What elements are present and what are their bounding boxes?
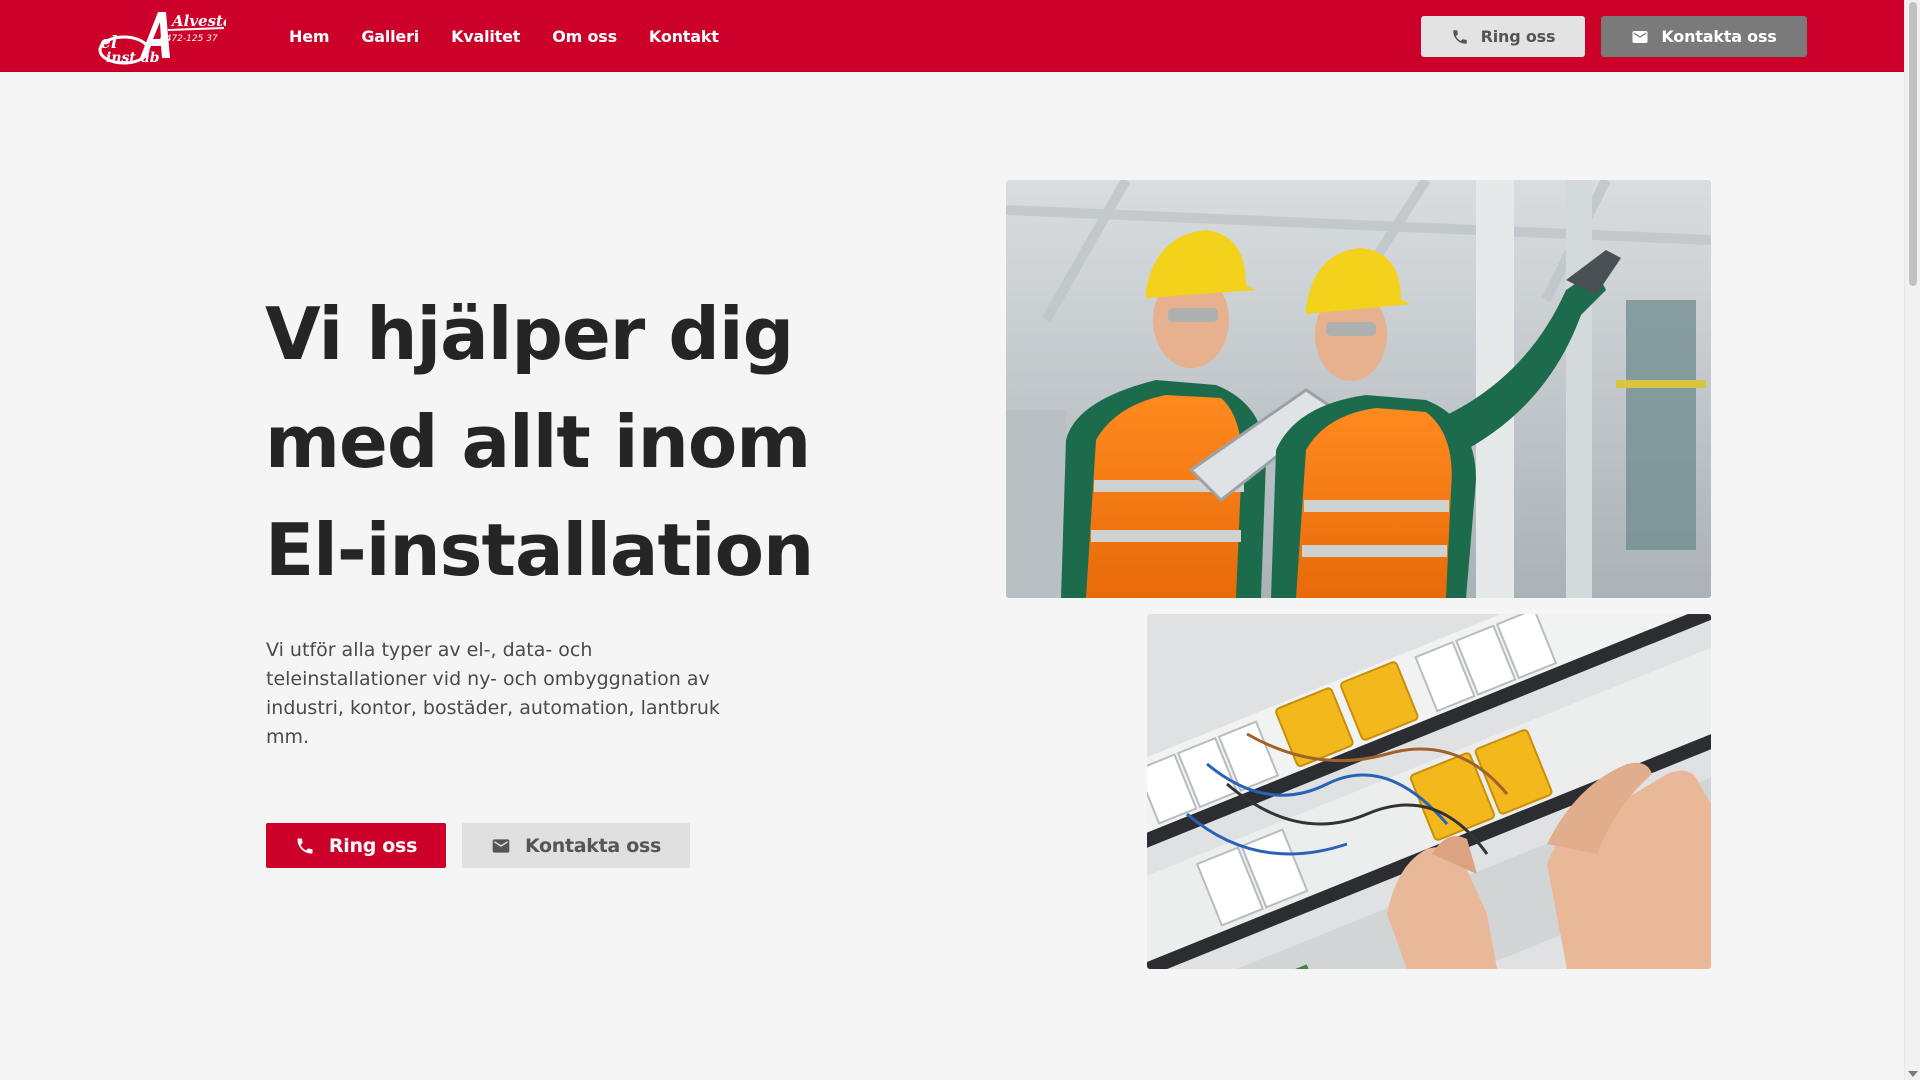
hero-title-line: Vi hjälper dig bbox=[265, 292, 794, 376]
envelope-icon bbox=[1631, 28, 1649, 46]
header-call-button[interactable]: Ring oss bbox=[1421, 16, 1585, 57]
envelope-icon bbox=[491, 836, 511, 856]
scroll-down-arrow-icon[interactable] bbox=[1908, 1071, 1918, 1077]
hero-contact-button[interactable]: Kontakta oss bbox=[462, 823, 690, 868]
nav-item-kvalitet[interactable]: Kvalitet bbox=[451, 27, 520, 46]
header-contact-label: Kontakta oss bbox=[1661, 27, 1777, 46]
header-call-label: Ring oss bbox=[1480, 27, 1556, 46]
page-scrollbar[interactable] bbox=[1904, 0, 1920, 1080]
scrollbar-thumb[interactable] bbox=[1909, 2, 1917, 286]
hero-contact-label: Kontakta oss bbox=[524, 834, 662, 857]
logo-line2: inst.ab bbox=[106, 50, 160, 66]
hero-title: Vi hjälper dig med allt inom El-installa… bbox=[265, 280, 885, 604]
hero-description: Vi utför alla typer av el-, data- och te… bbox=[266, 639, 720, 748]
nav-item-hem[interactable]: Hem bbox=[289, 27, 330, 46]
header-contact-button[interactable]: Kontakta oss bbox=[1601, 16, 1807, 57]
nav-item-kontakt[interactable]: Kontakt bbox=[649, 27, 719, 46]
engineers-photo bbox=[1006, 180, 1711, 598]
logo-graphic: Alvesta 0472-125 37 el inst.ab bbox=[98, 12, 233, 66]
phone-icon bbox=[295, 836, 315, 856]
hero-title-line: El-installation bbox=[265, 508, 814, 592]
logo-phone: 0472-125 37 bbox=[160, 34, 218, 44]
hero-title-line: med allt inom bbox=[265, 400, 811, 484]
main-nav: Hem Galleri Kvalitet Om oss Kontakt bbox=[289, 0, 719, 72]
hero-call-button[interactable]: Ring oss bbox=[266, 823, 446, 868]
nav-item-galleri[interactable]: Galleri bbox=[361, 27, 419, 46]
site-header: Alvesta 0472-125 37 el inst.ab Hem Galle… bbox=[0, 0, 1904, 72]
electrical-panel-photo bbox=[1147, 614, 1711, 969]
company-logo[interactable]: Alvesta 0472-125 37 el inst.ab bbox=[96, 6, 233, 66]
nav-item-om-oss[interactable]: Om oss bbox=[552, 27, 617, 46]
phone-icon bbox=[1451, 28, 1469, 46]
hero-call-label: Ring oss bbox=[328, 834, 418, 857]
